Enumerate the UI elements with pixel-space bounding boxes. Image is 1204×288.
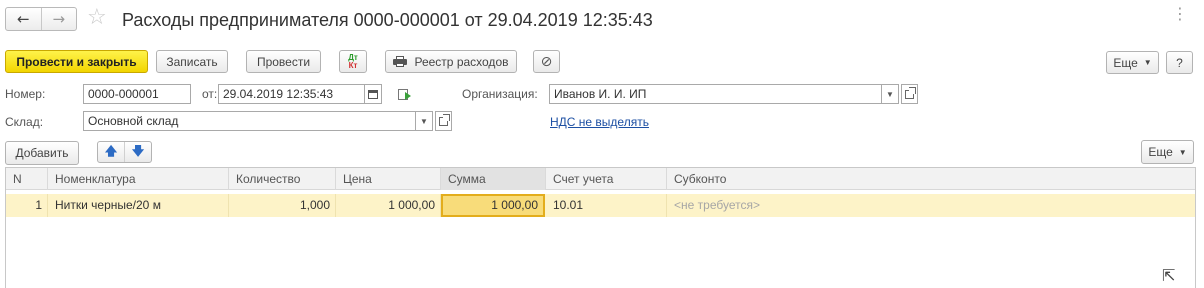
chevron-down-icon: ▼ bbox=[886, 89, 894, 99]
organization-open-button[interactable] bbox=[901, 84, 918, 104]
column-header-price[interactable]: Цена bbox=[336, 168, 441, 190]
paperclip-icon: ⊘ bbox=[540, 53, 553, 70]
column-header-account[interactable]: Счет учета bbox=[546, 168, 667, 190]
move-down-icon[interactable]: 🡇 bbox=[124, 142, 151, 162]
open-form-icon bbox=[905, 86, 916, 99]
warehouse-open-button[interactable] bbox=[435, 111, 452, 131]
column-header-item[interactable]: Номенклатура bbox=[48, 168, 229, 190]
chevron-down-icon: ▼ bbox=[1178, 147, 1187, 157]
date-field[interactable]: 29.04.2019 12:35:43 bbox=[218, 84, 365, 104]
calendar-icon bbox=[368, 89, 378, 99]
dt-kt-button[interactable]: Дт Кт bbox=[339, 50, 367, 73]
expense-register-button[interactable]: Реестр расходов bbox=[385, 50, 517, 73]
document-arrow-icon[interactable] bbox=[398, 88, 412, 101]
number-label: Номер: bbox=[5, 87, 46, 101]
items-table[interactable]: N Номенклатура Количество Цена Сумма Сче… bbox=[5, 167, 1196, 288]
open-form-icon bbox=[439, 113, 450, 126]
column-header-sum[interactable]: Сумма bbox=[441, 168, 546, 190]
more-button[interactable]: Еще ▼ bbox=[1106, 51, 1159, 74]
item-cell[interactable]: Нитки черные/20 м bbox=[48, 194, 229, 217]
quantity-cell[interactable]: 1,000 bbox=[229, 194, 336, 217]
favorite-star-icon[interactable]: ☆ bbox=[87, 6, 107, 30]
kt-label: Кт bbox=[348, 60, 358, 70]
chevron-down-icon: ▼ bbox=[420, 116, 428, 126]
dt-kt-icon: Дт Кт bbox=[348, 53, 358, 70]
vat-link[interactable]: НДС не выделять bbox=[550, 115, 649, 129]
post-and-close-button[interactable]: Провести и закрыть bbox=[5, 50, 148, 73]
organization-dropdown-button[interactable]: ▼ bbox=[882, 84, 899, 104]
chevron-down-icon: ▼ bbox=[1143, 58, 1152, 67]
row-number-cell[interactable]: 1 bbox=[6, 194, 48, 217]
calendar-button[interactable] bbox=[365, 84, 382, 104]
account-cell[interactable]: 10.01 bbox=[546, 194, 667, 217]
column-header-n[interactable]: N bbox=[6, 168, 48, 190]
table-header: N Номенклатура Количество Цена Сумма Сче… bbox=[6, 168, 1195, 190]
organization-label: Организация: bbox=[462, 87, 538, 101]
table-more-label: Еще bbox=[1148, 145, 1173, 159]
sum-cell[interactable]: 1 000,00 bbox=[441, 194, 545, 217]
warehouse-dropdown-button[interactable]: ▼ bbox=[416, 111, 433, 131]
mouse-cursor-icon: ⇱ bbox=[1162, 266, 1176, 285]
table-row[interactable]: 1 Нитки черные/20 м 1,000 1 000,00 1 000… bbox=[6, 194, 1195, 217]
window-menu-icon[interactable]: ⋮ bbox=[1172, 4, 1188, 23]
number-field[interactable]: 0000-000001 bbox=[83, 84, 191, 104]
column-header-subconto[interactable]: Субконто bbox=[667, 168, 1195, 190]
add-row-button[interactable]: Добавить bbox=[5, 141, 79, 165]
attach-button[interactable]: ⊘ bbox=[533, 50, 560, 73]
column-header-quantity[interactable]: Количество bbox=[229, 168, 336, 190]
date-label: от: bbox=[202, 87, 218, 101]
forward-arrow-icon[interactable]: → bbox=[40, 8, 77, 30]
move-buttons: 🡅 🡇 bbox=[97, 141, 152, 163]
save-button[interactable]: Записать bbox=[156, 50, 228, 73]
warehouse-label: Склад: bbox=[5, 115, 44, 129]
organization-field[interactable]: Иванов И. И. ИП bbox=[549, 84, 882, 104]
subconto-cell[interactable]: <не требуется> bbox=[667, 194, 1195, 217]
move-up-icon[interactable]: 🡅 bbox=[98, 142, 124, 162]
printer-icon bbox=[393, 56, 408, 67]
more-label: Еще bbox=[1113, 55, 1138, 70]
expense-register-label: Реестр расходов bbox=[414, 54, 509, 69]
help-button[interactable]: ? bbox=[1166, 51, 1193, 74]
warehouse-field[interactable]: Основной склад bbox=[83, 111, 416, 131]
price-cell[interactable]: 1 000,00 bbox=[336, 194, 441, 217]
navigation-buttons: ← → bbox=[5, 7, 77, 31]
table-more-button[interactable]: Еще ▼ bbox=[1141, 140, 1194, 164]
page-title: Расходы предпринимателя 0000-000001 от 2… bbox=[122, 10, 653, 30]
post-button[interactable]: Провести bbox=[246, 50, 321, 73]
back-arrow-icon[interactable]: ← bbox=[6, 8, 41, 30]
